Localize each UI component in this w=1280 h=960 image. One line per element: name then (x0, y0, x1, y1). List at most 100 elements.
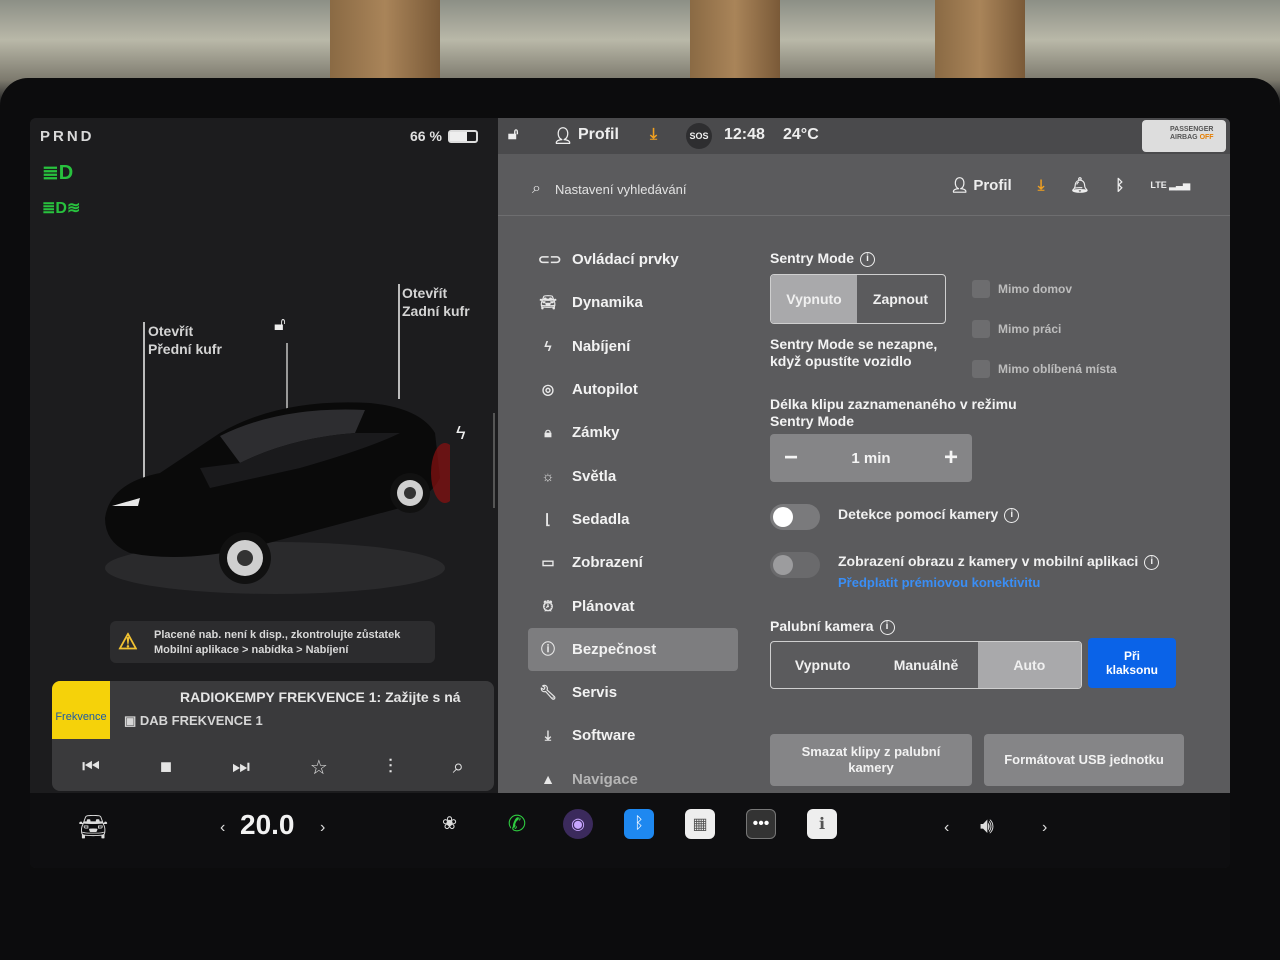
nav-item[interactable]: 🚘︎ Dynamika (528, 281, 738, 324)
lock-icon: 🔒︎ (544, 424, 552, 441)
nav-item[interactable]: ☼ Světla (528, 454, 738, 497)
bottom-dock: 🚘︎ ‹ 20.0 › ❀ ✆ ◉ ᛒ ▦ ••• ℹ ‹ 🔊︎ › (30, 793, 1230, 868)
calendar-icon[interactable]: ▦ (685, 809, 715, 839)
mobile-view-label: Zobrazení obrazu z kamery v mobilní apli… (838, 553, 1160, 570)
mobile-view-toggle[interactable] (770, 552, 820, 578)
checkbox[interactable] (972, 280, 990, 298)
dashcam-off-option[interactable]: Vypnuto (771, 642, 874, 688)
battery-percent: 66 % (410, 128, 442, 144)
rear-trunk-callout[interactable]: Otevřít Zadní kufr (402, 284, 470, 320)
camera-detection-toggle[interactable] (770, 504, 820, 530)
sentry-exclude-home[interactable]: Mimo domov (972, 280, 1072, 298)
previous-icon[interactable]: ⏮ (82, 756, 100, 779)
download-icon: ⤓ (544, 727, 552, 744)
unlock-icon[interactable]: 🔓︎ (274, 314, 286, 335)
airbag-line2: AIRBAG (1170, 134, 1198, 141)
volume-icon[interactable]: 🔊︎ (980, 813, 994, 839)
settings-search[interactable]: ⌕ Nastavení vyhledávání (532, 180, 687, 198)
cabin-temperature[interactable]: 20.0 (240, 809, 295, 841)
status-bar: 🔓︎ 👤︎ Profil ⤓ SOS 12:48 24°C PASSENGER … (498, 118, 1230, 154)
header-profile[interactable]: 👤︎ Profil (950, 176, 1012, 194)
dashcam-honk-option[interactable]: Při klaksonu (1088, 638, 1176, 688)
front-trunk-callout[interactable]: Otevřít Přední kufr (148, 322, 222, 358)
nav-item-label: Servis (572, 684, 618, 702)
display-icon: ▭ (541, 554, 555, 571)
info-icon[interactable]: i (860, 251, 876, 267)
volume-down-chevron-icon[interactable]: ‹ (944, 819, 949, 837)
nav-item[interactable]: 🔧︎ Servis (528, 671, 738, 714)
dashcam-auto-option[interactable]: Auto (977, 642, 1081, 688)
nav-item[interactable]: ⏰︎ Plánovat (528, 584, 738, 627)
nav-item[interactable]: ◎ Autopilot (528, 368, 738, 411)
camera-detection-text: Detekce pomocí kamery (838, 506, 999, 522)
dashcam-manual-option[interactable]: Manuálně (874, 642, 977, 688)
sentry-exclude-favorites[interactable]: Mimo oblíbená místa (972, 360, 1117, 378)
exclude-label: Mimo oblíbená místa (998, 362, 1117, 376)
exclude-label: Mimo domov (998, 282, 1072, 296)
charge-port-icon[interactable]: ϟ (456, 423, 466, 444)
download-icon[interactable]: ⤓ (650, 126, 657, 144)
charging-warning[interactable]: ⚠ Placené nab. není k disp., zkontrolujt… (110, 621, 435, 663)
sentry-on-option[interactable]: Zapnout (857, 275, 944, 323)
nav-item[interactable]: 🔒︎ Zámky (528, 411, 738, 454)
seat-icon: ⌊ (545, 510, 551, 527)
nav-item-label: Software (572, 727, 636, 745)
nav-item[interactable]: ⤓ Software (528, 714, 738, 757)
sos-icon[interactable]: SOS (686, 123, 712, 149)
bell-icon[interactable]: 🔔︎ (1070, 176, 1089, 194)
bolt-icon: ϟ (544, 338, 552, 355)
nav-item-label: Autopilot (572, 381, 638, 399)
temp-up-chevron-icon[interactable]: › (320, 819, 325, 837)
checkbox[interactable] (972, 360, 990, 378)
car-model-image (105, 402, 450, 594)
nav-item[interactable]: ⓘ Bezpečnost (528, 627, 738, 671)
format-usb-button[interactable]: Formátovat USB jednotku (984, 734, 1184, 786)
lock-status-icon[interactable]: 🔓︎ (508, 126, 518, 144)
warning-icon: ⚠ (118, 629, 138, 654)
toggle-knob (773, 555, 793, 575)
bluetooth-icon[interactable]: ᛒ (1115, 177, 1124, 194)
manual-icon[interactable]: ℹ (807, 809, 837, 839)
stop-icon[interactable]: ■ (160, 756, 172, 779)
outside-temperature: 24°C (783, 126, 819, 143)
info-icon[interactable]: i (1004, 507, 1020, 523)
defrost-icon[interactable]: ❀ (442, 813, 457, 834)
next-icon[interactable]: ⏭ (232, 756, 250, 779)
favorite-star-icon[interactable]: ☆ (310, 755, 328, 780)
decrease-button[interactable]: − (784, 444, 798, 472)
sentry-note: Sentry Mode se nezapne, když opustíte vo… (770, 336, 938, 369)
nav-item[interactable]: ▭ Zobrazení (528, 541, 738, 584)
nav-item-label: Dynamika (572, 294, 643, 312)
background-wood (690, 0, 780, 80)
passenger-airbag-status: PASSENGER AIRBAG OFF (1142, 120, 1226, 152)
phone-icon[interactable]: ✆ (502, 809, 532, 839)
info-icon[interactable]: i (1144, 554, 1160, 570)
bluetooth-app-icon[interactable]: ᛒ (624, 809, 654, 839)
download-icon[interactable]: ⤓ (1038, 177, 1045, 194)
more-apps-icon[interactable]: ••• (746, 809, 776, 839)
volume-up-chevron-icon[interactable]: › (1042, 819, 1047, 837)
battery-icon (447, 129, 478, 143)
dashcam-heading: Palubní kamera i (770, 618, 895, 635)
sentry-exclude-work[interactable]: Mimo práci (972, 320, 1061, 338)
nav-item[interactable]: ϟ Nabíjení (528, 325, 738, 368)
nav-item[interactable]: ⊂⊃ Ovládací prvky (528, 238, 738, 281)
equalizer-icon[interactable]: ⫶ (388, 756, 393, 779)
search-icon[interactable]: ⌕ (453, 756, 464, 779)
checkbox[interactable] (972, 320, 990, 338)
sentry-off-option[interactable]: Vypnuto (771, 275, 857, 323)
camera-app-icon[interactable]: ◉ (563, 809, 593, 839)
increase-button[interactable]: + (944, 444, 958, 472)
delete-clips-button[interactable]: Smazat klipy z palubní kamery (770, 734, 972, 786)
info-icon[interactable]: i (879, 619, 895, 635)
settings-nav: ⊂⊃ Ovládací prvky 🚘︎ Dynamika ϟ Nabíjení ◎ Auto… (528, 238, 738, 801)
car-icon[interactable]: 🚘︎ (78, 813, 108, 842)
headlight-icon: ≣D (42, 162, 74, 184)
temp-down-chevron-icon[interactable]: ‹ (220, 819, 225, 837)
clip-length-stepper: − 1 min + (770, 434, 972, 482)
subscribe-link[interactable]: Předplatit prémiovou konektivitu (838, 575, 1040, 590)
nav-item[interactable]: ⌊ Sedadla (528, 498, 738, 541)
profile-link[interactable]: Profil (578, 126, 619, 144)
clip-length-value: 1 min (851, 449, 891, 467)
airbag-line2-wrap: AIRBAG OFF (1170, 134, 1222, 142)
